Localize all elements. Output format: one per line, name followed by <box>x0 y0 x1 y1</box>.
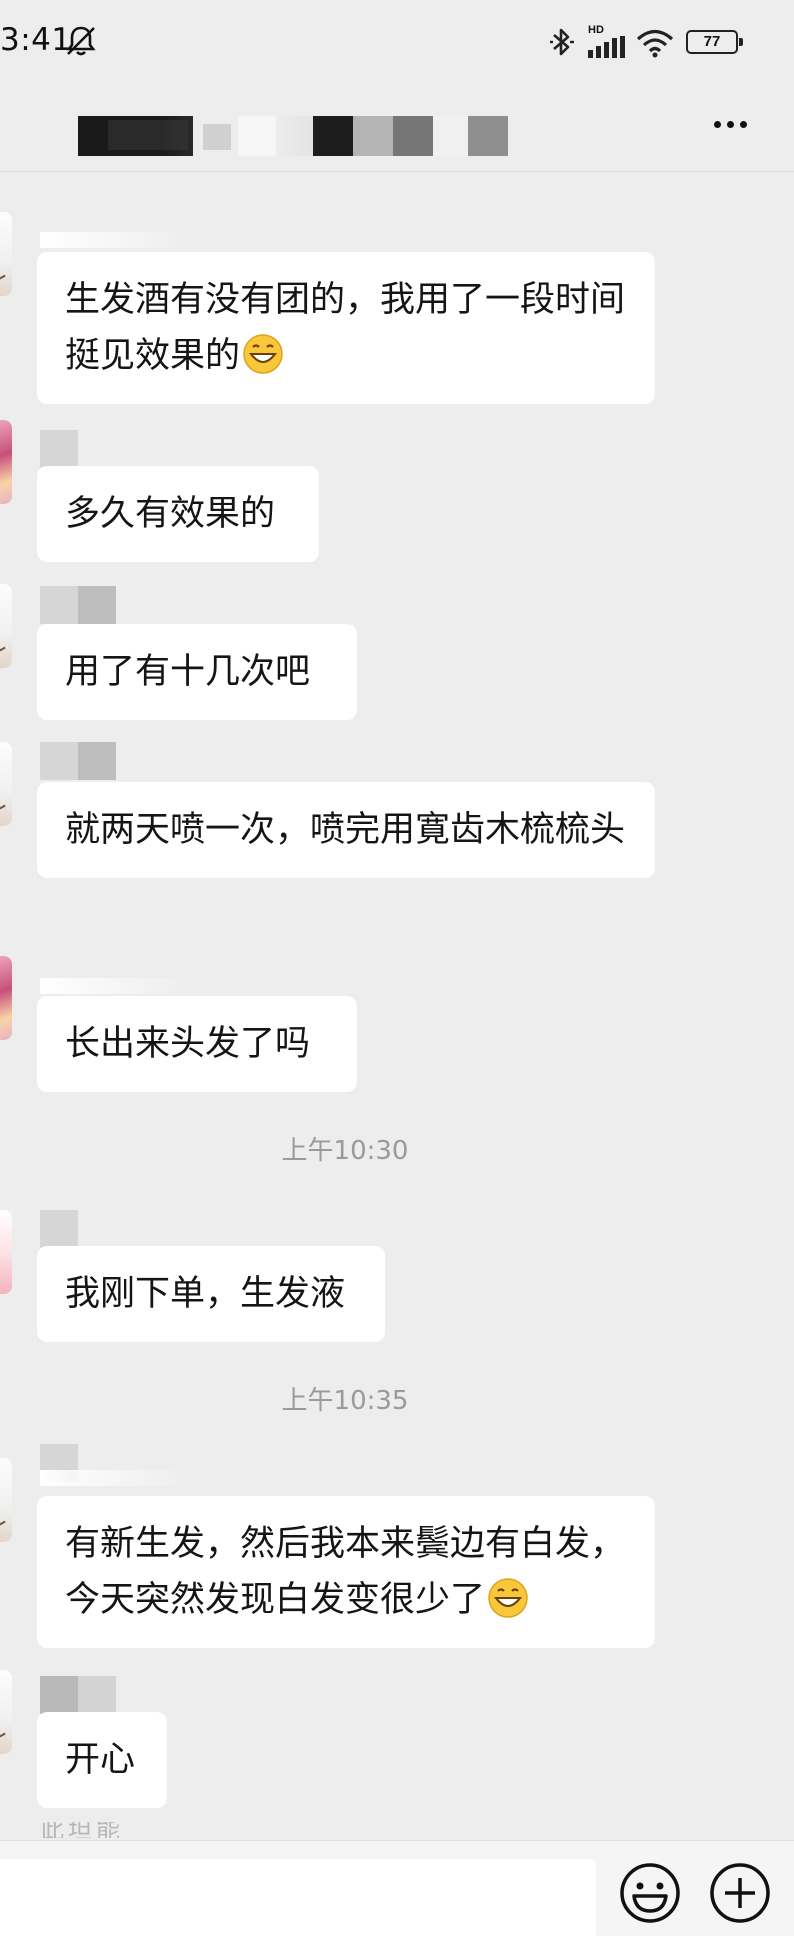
wifi-icon <box>636 29 674 58</box>
sender-avatar[interactable] <box>0 420 12 504</box>
message-timestamp: 上午10:35 <box>281 1386 409 1416</box>
signal-icon <box>588 36 625 58</box>
message-bubble[interactable]: 生发酒有没有团的，我用了一段时间挺见效果的 <box>37 252 655 404</box>
message-text: 开心 <box>65 1740 136 1780</box>
grinning-face-emoji-icon <box>488 1578 528 1618</box>
message-bubble[interactable]: 多久有效果的 <box>37 466 319 562</box>
sender-avatar[interactable] <box>0 1670 12 1754</box>
more-icon <box>739 120 747 128</box>
more-button[interactable] <box>706 100 754 148</box>
sender-avatar[interactable] <box>0 212 12 296</box>
message-text: 生发酒有没有团的，我用了一段时间挺见效果的 <box>65 280 626 376</box>
plus-icon[interactable] <box>708 1861 772 1925</box>
message-bubble[interactable]: 长出来头发了吗 <box>37 996 357 1092</box>
sender-name-redacted <box>40 1676 118 1714</box>
message-bubble[interactable]: 用了有十几次吧 <box>37 624 357 720</box>
message-text: 多久有效果的 <box>65 494 276 534</box>
sender-avatar[interactable] <box>0 956 12 1040</box>
input-bar <box>0 1840 794 1936</box>
sender-name-redacted <box>40 742 118 780</box>
sender-name-redacted <box>40 430 80 468</box>
battery-level: 77 <box>703 33 721 50</box>
sender-name-partial-text: 此坦能 <box>40 1822 124 1838</box>
more-icon <box>713 120 721 128</box>
more-icon <box>726 120 734 128</box>
sender-name-redacted <box>40 586 118 624</box>
status-bar: 3:41 HD 77 <box>0 0 794 86</box>
message-timestamp: 上午10:30 <box>281 1136 409 1166</box>
message-text: 用了有十几次吧 <box>65 652 311 692</box>
sender-name-partial: 此坦能 <box>40 1822 160 1838</box>
battery-tip <box>739 38 743 46</box>
sender-avatar[interactable] <box>0 742 12 826</box>
chat-title-bar <box>0 86 794 172</box>
message-text: 长出来头发了吗 <box>65 1024 311 1064</box>
emoji-icon[interactable] <box>618 1861 682 1925</box>
sender-avatar[interactable] <box>0 1210 12 1294</box>
mute-icon <box>66 26 96 56</box>
message-input[interactable] <box>0 1859 596 1936</box>
network-hd-label: HD <box>588 24 604 36</box>
sender-avatar[interactable] <box>0 584 12 668</box>
message-text: 就两天喷一次，喷完用寛齿木梳梳头 <box>65 810 626 850</box>
status-time: 3:41 <box>0 22 72 58</box>
message-text: 有新生发，然后我本来鬓边有白发，今天突然发现白发变很少了 <box>65 1524 626 1620</box>
sender-name-redacted <box>40 1210 80 1248</box>
redacted-title <box>78 116 508 156</box>
sender-avatar[interactable] <box>0 1458 12 1542</box>
battery-icon: 77 <box>686 30 743 54</box>
message-bubble[interactable]: 就两天喷一次，喷完用寛齿木梳梳头 <box>37 782 655 878</box>
grinning-face-emoji-icon <box>243 334 283 374</box>
message-text: 我刚下单，生发液 <box>65 1274 346 1314</box>
bluetooth-icon <box>550 28 574 56</box>
message-bubble[interactable]: 有新生发，然后我本来鬓边有白发，今天突然发现白发变很少了 <box>37 1496 655 1648</box>
message-bubble[interactable]: 我刚下单，生发液 <box>37 1246 385 1342</box>
message-bubble[interactable]: 开心 <box>37 1712 167 1808</box>
sender-name-redacted <box>40 1444 200 1486</box>
